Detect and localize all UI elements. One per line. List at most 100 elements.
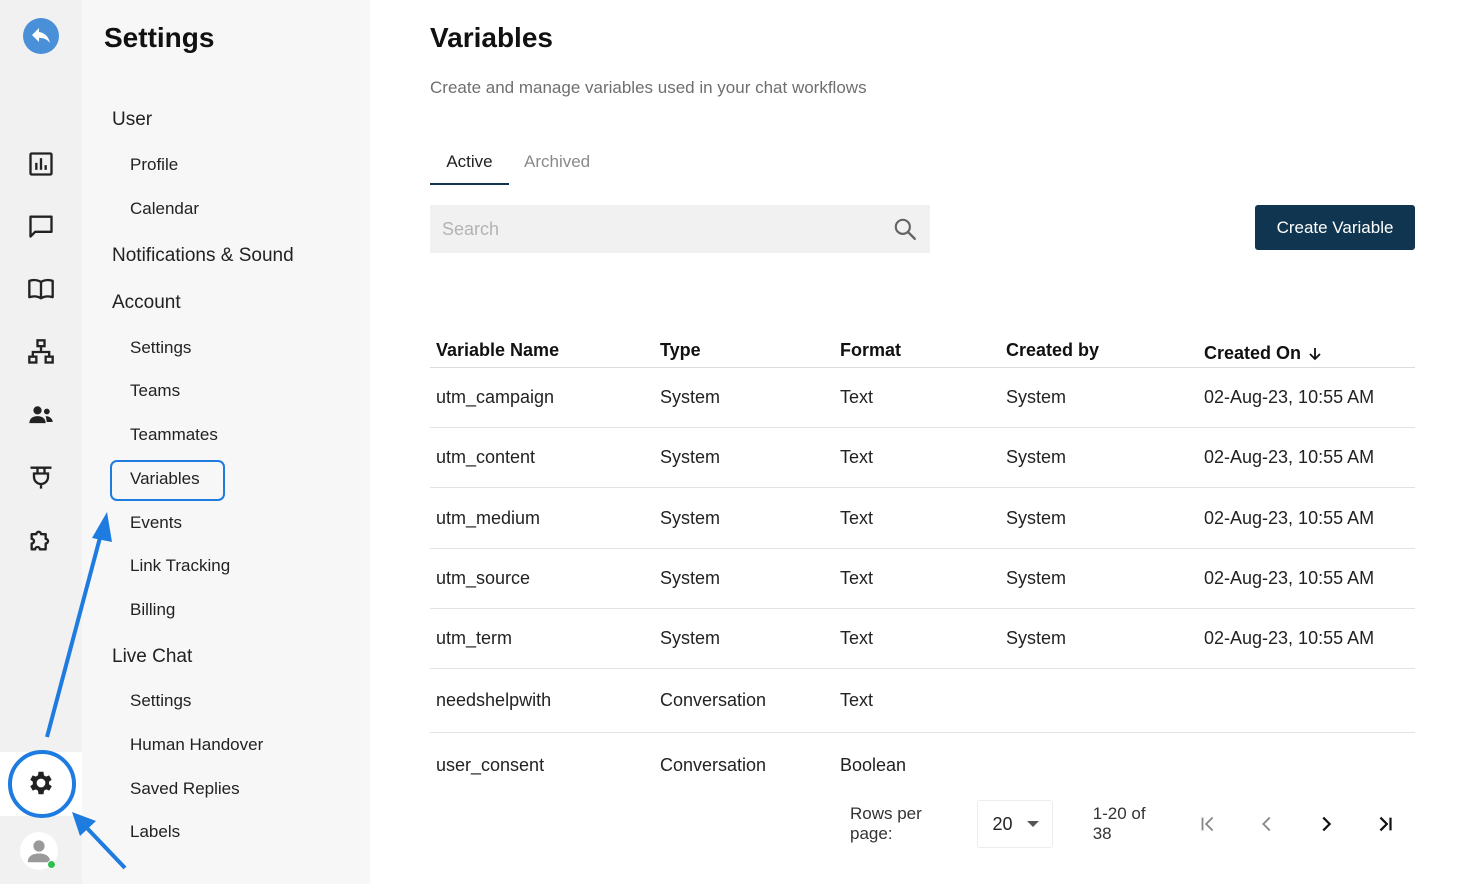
- cell-variable-name: user_consent: [436, 754, 545, 775]
- page-range: 1-20 of 38: [1092, 804, 1146, 843]
- rows-per-page-value: 20: [992, 813, 1013, 834]
- search-box: [430, 205, 930, 253]
- nav-item-events[interactable]: Events: [130, 513, 182, 533]
- online-status-dot: [47, 860, 56, 869]
- table-row[interactable]: utm_medium System Text System 02-Aug-23,…: [430, 488, 1415, 549]
- main-content: Variables Create and manage variables us…: [370, 0, 1477, 884]
- nav-item-saved-replies[interactable]: Saved Replies: [130, 779, 240, 799]
- dropdown-caret-icon: [1026, 821, 1039, 827]
- settings-rail-item[interactable]: [0, 752, 82, 816]
- sort-arrow-down-icon[interactable]: [1307, 346, 1323, 362]
- nav-item-teams[interactable]: Teams: [130, 381, 180, 401]
- cell-type: Conversation: [660, 754, 767, 775]
- rows-per-page-select[interactable]: 20: [977, 800, 1053, 848]
- table-row[interactable]: utm_campaign System Text System 02-Aug-2…: [430, 368, 1415, 428]
- first-page-button[interactable]: [1178, 813, 1237, 835]
- integrations-plug-icon[interactable]: [25, 461, 57, 493]
- chevron-left-icon: [1262, 816, 1271, 832]
- tab-active[interactable]: Active: [430, 152, 509, 185]
- nav-section-live-chat[interactable]: Live Chat: [112, 646, 192, 668]
- settings-nav: Settings User Profile Calendar Notificat…: [82, 0, 370, 884]
- cell-type: System: [660, 387, 721, 407]
- last-page-icon: [1380, 816, 1393, 832]
- cell-created-on: 02-Aug-23, 10:55 AM: [1204, 628, 1375, 648]
- col-header-type[interactable]: Type: [660, 340, 840, 367]
- cell-variable-name: utm_campaign: [436, 387, 555, 407]
- cell-format: Text: [840, 507, 874, 528]
- nav-item-billing[interactable]: Billing: [130, 600, 175, 620]
- rows-per-page-label: Rows per page:: [850, 804, 922, 843]
- col-header-created-on[interactable]: Created On: [1204, 340, 1415, 367]
- page-title: Variables: [430, 22, 553, 53]
- reply-logo-icon[interactable]: [23, 18, 59, 54]
- cell-variable-name: utm_source: [436, 568, 531, 588]
- cell-format: Text: [840, 447, 874, 467]
- nav-item-human-handover[interactable]: Human Handover: [130, 735, 263, 755]
- col-header-variable-name[interactable]: Variable Name: [430, 340, 660, 367]
- previous-page-button[interactable]: [1237, 813, 1296, 835]
- cell-variable-name: needshelpwith: [436, 690, 552, 710]
- chat-icon[interactable]: [25, 210, 57, 242]
- nav-section-account[interactable]: Account: [112, 292, 181, 314]
- table-row[interactable]: utm_content System Text System 02-Aug-23…: [430, 428, 1415, 488]
- cell-type: System: [660, 628, 721, 648]
- cell-variable-name: utm_medium: [436, 507, 541, 528]
- cell-variable-name: utm_term: [436, 628, 513, 648]
- nav-section-notifications[interactable]: Notifications & Sound: [112, 245, 294, 267]
- nav-item-account-settings[interactable]: Settings: [130, 338, 191, 358]
- cell-format: Text: [840, 387, 874, 407]
- chevron-right-icon: [1322, 816, 1332, 832]
- analytics-icon[interactable]: [25, 148, 57, 180]
- nav-item-variables[interactable]: Variables: [110, 460, 225, 501]
- settings-nav-title: Settings: [104, 22, 215, 53]
- next-page-button[interactable]: [1297, 813, 1356, 835]
- cell-created-on: 02-Aug-23, 10:55 AM: [1204, 568, 1375, 588]
- cell-created-by: System: [1006, 568, 1067, 588]
- nav-item-teammates[interactable]: Teammates: [130, 425, 218, 445]
- cell-type: System: [660, 568, 721, 588]
- nav-section-user[interactable]: User: [112, 109, 152, 131]
- cell-type: System: [660, 447, 721, 467]
- user-avatar-icon[interactable]: [20, 832, 58, 870]
- nav-item-labels[interactable]: Labels: [130, 822, 180, 842]
- cell-variable-name: utm_content: [436, 447, 536, 467]
- cell-created-on: 02-Aug-23, 10:55 AM: [1204, 507, 1375, 528]
- search-input[interactable]: [442, 218, 892, 240]
- col-header-created-by[interactable]: Created by: [1006, 340, 1204, 367]
- cell-created-by: System: [1006, 628, 1067, 648]
- nav-item-link-tracking[interactable]: Link Tracking: [130, 556, 230, 576]
- cell-created-by: System: [1006, 447, 1067, 467]
- table-row[interactable]: needshelpwith Conversation Text: [430, 669, 1415, 733]
- cell-format: Text: [840, 628, 874, 648]
- cell-format: Boolean: [840, 754, 907, 775]
- contacts-icon[interactable]: [25, 399, 57, 431]
- cell-created-on: 02-Aug-23, 10:55 AM: [1204, 387, 1375, 407]
- cell-format: Text: [840, 690, 874, 710]
- extensions-puzzle-icon[interactable]: [25, 524, 57, 556]
- col-header-format[interactable]: Format: [840, 340, 1006, 367]
- tab-archived[interactable]: Archived: [524, 152, 590, 172]
- table-header: Variable Name Type Format Created by Cre…: [430, 340, 1415, 368]
- icon-rail: [0, 0, 82, 884]
- nav-item-calendar[interactable]: Calendar: [130, 199, 199, 219]
- cell-created-by: System: [1006, 507, 1067, 528]
- settings-gear-icon: [30, 771, 52, 795]
- org-chart-icon[interactable]: [25, 336, 57, 368]
- table-row[interactable]: utm_source System Text System 02-Aug-23,…: [430, 549, 1415, 609]
- last-page-button[interactable]: [1356, 813, 1415, 835]
- create-variable-button[interactable]: Create Variable: [1255, 205, 1415, 250]
- nav-item-livechat-settings[interactable]: Settings: [130, 691, 191, 711]
- knowledge-book-icon[interactable]: [25, 273, 57, 305]
- pagination: Rows per page: 20 1-20 of 38: [850, 800, 1415, 848]
- page-subtitle: Create and manage variables used in your…: [430, 78, 867, 97]
- search-icon[interactable]: [892, 216, 918, 242]
- cell-type: System: [660, 507, 721, 528]
- table-row[interactable]: user_consent Conversation Boolean: [430, 733, 1415, 797]
- variables-table: Variable Name Type Format Created by Cre…: [430, 340, 1415, 797]
- cell-created-by: System: [1006, 387, 1067, 407]
- nav-item-profile[interactable]: Profile: [130, 155, 178, 175]
- table-row[interactable]: utm_term System Text System 02-Aug-23, 1…: [430, 609, 1415, 669]
- col-header-created-on-label: Created On: [1204, 343, 1302, 363]
- first-page-icon: [1201, 816, 1214, 832]
- cell-type: Conversation: [660, 690, 767, 710]
